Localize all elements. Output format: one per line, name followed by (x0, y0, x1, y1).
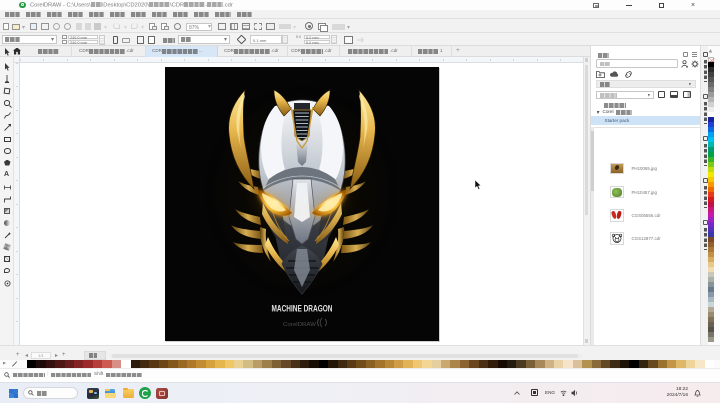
svg-text:CorelDRAW: CorelDRAW (283, 322, 317, 328)
svg-text:MACHINE DRAGON: MACHINE DRAGON (272, 304, 333, 315)
